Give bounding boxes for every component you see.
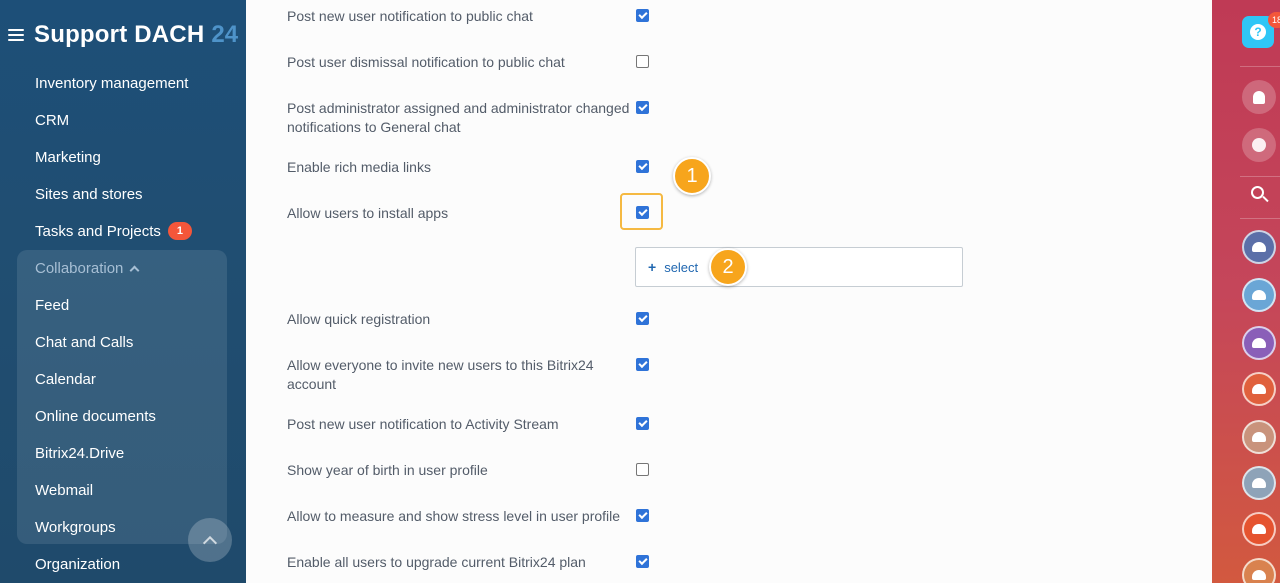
brand-name[interactable]: Support DACH [34,21,204,49]
setting-label: Post user dismissal notification to publ… [287,54,565,70]
setting-checkbox[interactable] [636,463,649,476]
divider [1240,176,1280,177]
chevron-up-icon [202,535,218,550]
setting-checkbox[interactable] [636,555,649,568]
step-marker-2: 2 [709,248,747,286]
install-apps-checkbox[interactable] [636,206,649,219]
left-sidebar: Support DACH 24 Inventory management CRM… [0,0,246,583]
select-users-field[interactable]: + select [635,247,963,287]
phone-icon [1252,432,1266,442]
users-icon [1252,570,1266,580]
sidebar-item-calendar[interactable]: Calendar [35,367,96,391]
setting-label: Show year of birth in user profile [287,462,488,478]
sidebar-item-tasks[interactable]: Tasks and Projects 1 [35,219,192,243]
sidebar-item-feed[interactable]: Feed [35,293,69,317]
notifications-button[interactable] [1242,80,1276,114]
sidebar-item-label: Bitrix24.Drive [35,444,125,462]
select-link[interactable]: select [664,260,698,275]
sidebar-item-crm[interactable]: CRM [35,108,69,132]
users-icon [1252,384,1266,394]
search-icon[interactable] [1251,186,1269,204]
setting-checkbox[interactable] [636,101,649,114]
right-toolbar: ? 18 [1212,0,1280,583]
setting-label: Post new user notification to Activity S… [287,416,559,432]
phone-icon [1252,338,1266,348]
sidebar-item-label: Organization [35,555,121,573]
setting-label: Allow to measure and show stress level i… [287,508,621,524]
sidebar-item-label: Workgroups [35,518,116,536]
help-badge: 18 [1268,12,1280,28]
sidebar-item-label: Chat and Calls [35,333,134,351]
setting-label: Allow users to install apps [287,205,449,221]
group-chat-icon [1252,242,1266,252]
sidebar-item-label: Online documents [35,407,156,425]
recent-chat-avatar[interactable] [1242,326,1276,360]
setting-checkbox[interactable] [636,55,649,68]
recent-chat-avatar[interactable] [1242,466,1276,500]
recent-chat-avatar[interactable] [1242,372,1276,406]
recent-chat-avatar[interactable] [1242,278,1276,312]
sidebar-item-organization[interactable]: Organization [35,552,120,576]
scroll-up-button[interactable] [188,518,232,562]
sidebar-item-sites[interactable]: Sites and stores [35,182,143,206]
recent-chat-avatar[interactable] [1242,558,1276,583]
setting-label: Allow quick registration [287,311,431,327]
sidebar-item-label: Feed [35,296,70,314]
sidebar-item-label: Collaboration [35,259,124,277]
sidebar-item-label: Webmail [35,481,94,499]
sidebar-item-inventory[interactable]: Inventory management [35,71,188,95]
setting-checkbox[interactable] [636,509,649,522]
bell-icon [1253,90,1265,104]
brand: Support DACH 24 [8,18,238,52]
sidebar-item-label: Calendar [35,370,96,388]
sidebar-group-collaboration[interactable]: Collaboration [35,256,140,280]
help-icon: ? [1250,24,1266,40]
step-marker-1: 1 [673,157,711,195]
sidebar-item-webmail[interactable]: Webmail [35,478,93,502]
sidebar-item-documents[interactable]: Online documents [35,404,156,428]
sidebar-item-label: Tasks and Projects [35,222,161,240]
sidebar-item-label: Marketing [35,148,101,166]
recent-chat-avatar[interactable] [1242,230,1276,264]
chevron-up-icon [129,265,140,275]
setting-checkbox[interactable] [636,312,649,325]
setting-label: Post administrator assigned and administ… [287,100,630,135]
chat-icon [1252,138,1266,152]
sidebar-item-drive[interactable]: Bitrix24.Drive [35,441,124,465]
sidebar-item-workgroups[interactable]: Workgroups [35,515,116,539]
sidebar-item-chat[interactable]: Chat and Calls [35,330,133,354]
sidebar-item-label: Inventory management [35,74,189,92]
settings-panel: Post new user notification to public cha… [246,0,1212,583]
phone-icon [1252,478,1266,488]
recent-chat-avatar[interactable] [1242,420,1276,454]
plus-icon: + [648,259,657,275]
setting-label: Enable rich media links [287,159,431,175]
sidebar-item-label: Sites and stores [35,185,143,203]
setting-label: Post new user notification to public cha… [287,8,533,24]
setting-checkbox[interactable] [636,9,649,22]
divider [1240,66,1280,67]
setting-checkbox[interactable] [636,358,649,371]
divider [1240,218,1280,219]
user-clock-icon [1252,290,1266,300]
hamburger-menu-icon[interactable] [8,28,26,42]
setting-checkbox[interactable] [636,160,649,173]
setting-label: Allow everyone to invite new users to th… [287,357,594,392]
phone-icon [1252,524,1266,534]
tasks-count-badge: 1 [167,222,192,240]
chat-button[interactable] [1242,128,1276,162]
main-content: Post new user notification to public cha… [246,0,1212,583]
recent-chat-avatar[interactable] [1242,512,1276,546]
sidebar-item-marketing[interactable]: Marketing [35,145,101,169]
setting-checkbox[interactable] [636,417,649,430]
brand-number: 24 [211,21,239,48]
setting-label: Enable all users to upgrade current Bitr… [287,554,586,570]
sidebar-item-label: CRM [35,111,70,129]
